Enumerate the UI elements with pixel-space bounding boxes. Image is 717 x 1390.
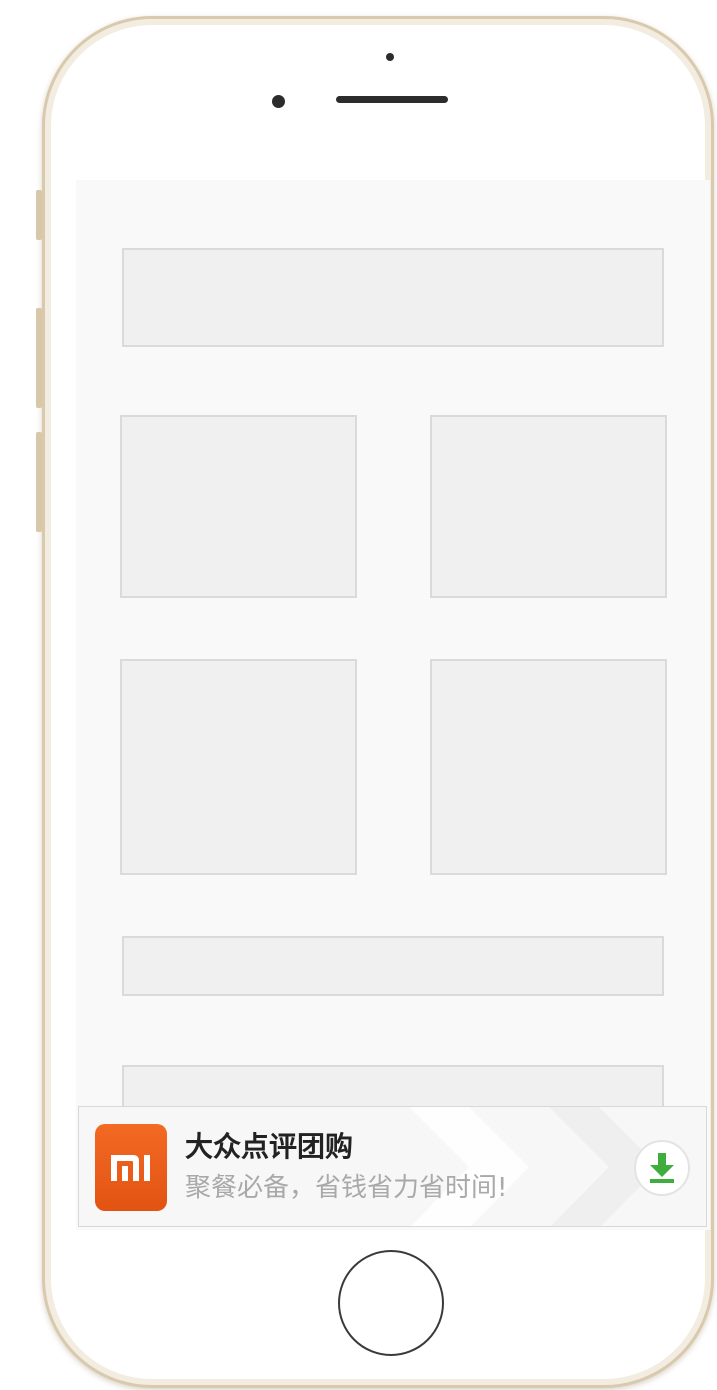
download-button[interactable]	[634, 1140, 690, 1196]
ad-title: 大众点评团购	[185, 1130, 354, 1163]
ad-subtitle: 聚餐必备，省钱省力省时间!	[185, 1173, 508, 1203]
mi-logo-icon	[95, 1124, 167, 1211]
volume-down-button	[36, 432, 42, 532]
placeholder-bar-1	[122, 936, 664, 996]
placeholder-header-banner	[122, 248, 664, 347]
home-button[interactable]	[338, 1250, 444, 1356]
ad-banner[interactable]: 大众点评团购 聚餐必备，省钱省力省时间!	[78, 1106, 707, 1227]
app-screen	[76, 180, 710, 1230]
earpiece-speaker	[336, 96, 448, 103]
download-arrow-icon	[650, 1153, 674, 1183]
placeholder-card-3	[120, 659, 357, 875]
proximity-sensor	[386, 53, 394, 61]
volume-up-button	[36, 308, 42, 408]
placeholder-card-1	[120, 415, 357, 598]
placeholder-card-4	[430, 659, 667, 875]
placeholder-card-2	[430, 415, 667, 598]
front-camera	[272, 95, 285, 108]
mute-switch	[36, 190, 42, 240]
